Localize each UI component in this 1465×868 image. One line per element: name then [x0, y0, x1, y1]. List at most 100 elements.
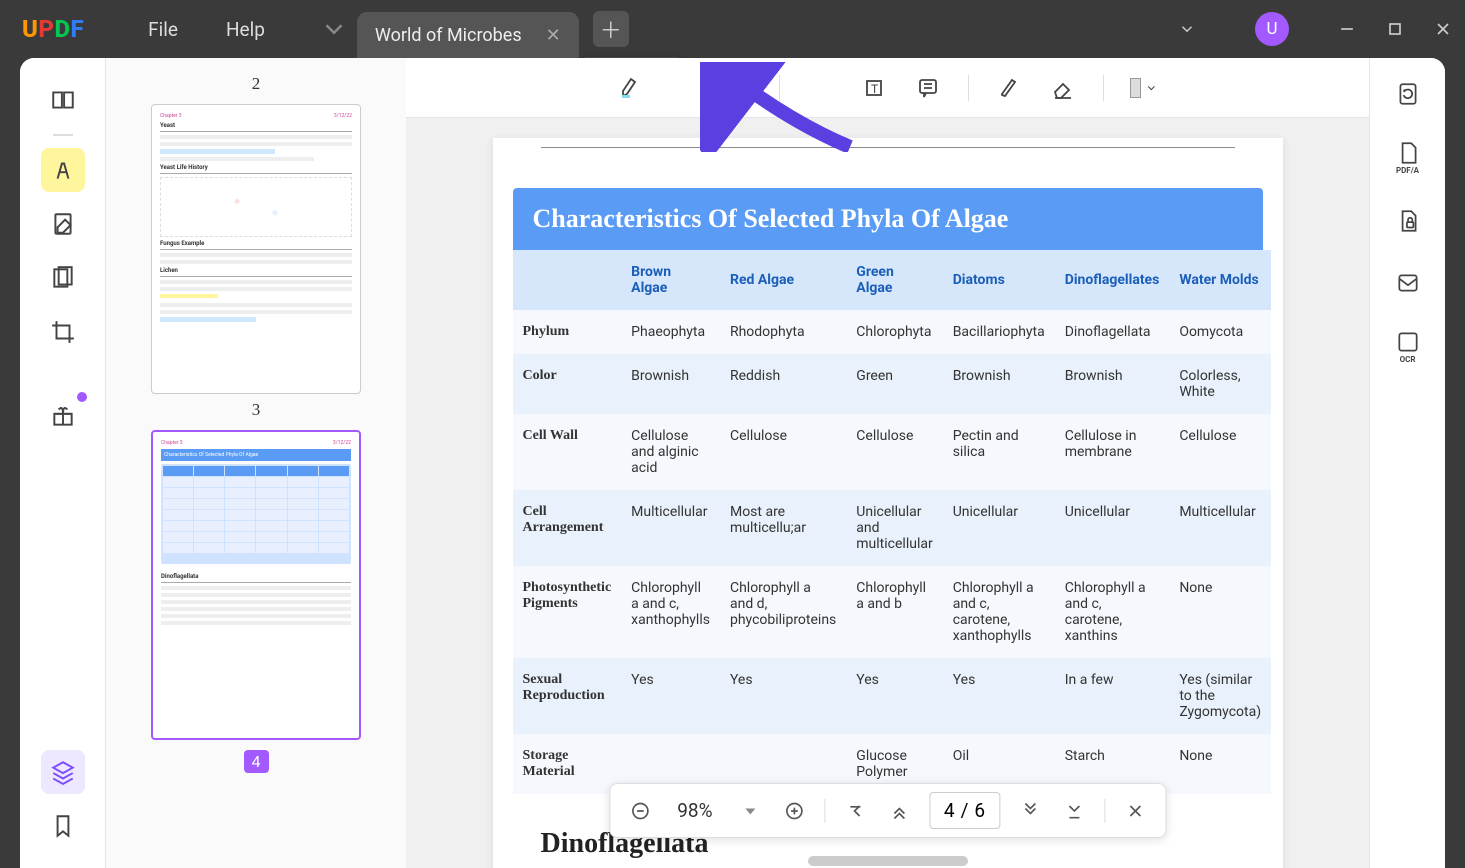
- table-cell: Cellulose: [720, 414, 846, 490]
- sticky-note-tool[interactable]: [914, 74, 942, 102]
- table-cell: Cellulose: [1169, 414, 1271, 490]
- row-label: Phylum: [513, 310, 622, 354]
- row-label: Sexual Reproduction: [513, 658, 622, 734]
- table-cell: Chlorophyta: [846, 310, 942, 354]
- table-cell: Brownish: [943, 354, 1055, 414]
- pdfa-button[interactable]: PDF/A: [1392, 140, 1424, 175]
- shape-tool[interactable]: [1130, 74, 1158, 102]
- workspace: 2 Chapter 33/12/22 Yeast Yeast Life Hist…: [20, 58, 1445, 868]
- table-cell: Yes: [943, 658, 1055, 734]
- right-sidebar: PDF/A OCR: [1369, 58, 1445, 868]
- page-indicator[interactable]: 4 / 6: [929, 792, 1000, 829]
- window-dropdown-icon[interactable]: [1177, 19, 1197, 39]
- row-label: Cell Arrangement: [513, 490, 622, 566]
- algae-table: Brown Algae Red Algae Green Algae Diatom…: [513, 250, 1272, 794]
- page-divider: [541, 138, 1235, 148]
- close-nav-button[interactable]: [1121, 797, 1149, 825]
- table-cell: Oomycota: [1169, 310, 1271, 354]
- rotate-export-button[interactable]: [1392, 78, 1424, 110]
- app-logo: U P D F: [22, 15, 84, 43]
- current-page-badge: 4: [244, 750, 269, 773]
- table-row: PhylumPhaeophytaRhodophytaChlorophytaBac…: [513, 310, 1272, 354]
- table-cell: Phaeophyta: [621, 310, 720, 354]
- document-area: T Characteristics Of Selected Phyla Of A…: [406, 58, 1369, 868]
- color-swatch-icon: [1130, 78, 1141, 98]
- close-tab-icon[interactable]: ✕: [546, 25, 561, 46]
- reader-mode-button[interactable]: [41, 78, 85, 122]
- table-row: Cell WallCellulose and alginic acidCellu…: [513, 414, 1272, 490]
- table-cell: Most are multicellu;ar: [720, 490, 846, 566]
- first-page-button[interactable]: [841, 797, 869, 825]
- table-cell: None: [1169, 734, 1271, 794]
- eraser-tool[interactable]: [1049, 74, 1077, 102]
- table-title: Characteristics Of Selected Phyla Of Alg…: [513, 188, 1263, 250]
- menu-help[interactable]: Help: [226, 18, 265, 41]
- table-cell: Cellulose in membrane: [1055, 414, 1170, 490]
- highlighter-tool[interactable]: [617, 74, 645, 102]
- ocr-button[interactable]: OCR: [1392, 329, 1424, 364]
- thumbnail-page-4[interactable]: Chapter 33/12/22 Characteristics Of Sele…: [151, 430, 361, 740]
- bookmark-button[interactable]: [41, 804, 85, 848]
- last-page-button[interactable]: [1060, 797, 1088, 825]
- annotation-toolbar: T: [406, 58, 1369, 118]
- left-sidebar: [20, 58, 106, 868]
- row-label: Cell Wall: [513, 414, 622, 490]
- document-tab[interactable]: World of Microbes ✕: [357, 12, 579, 58]
- text-callout-tool[interactable]: T: [860, 74, 888, 102]
- table-cell: Reddish: [720, 354, 846, 414]
- zoom-out-button[interactable]: [626, 797, 654, 825]
- table-row: Cell ArrangementMulticellularMost are mu…: [513, 490, 1272, 566]
- thumbnail-page-3[interactable]: Chapter 33/12/22 Yeast Yeast Life Histor…: [151, 104, 361, 394]
- edit-tool-button[interactable]: [41, 202, 85, 246]
- pencil-tool[interactable]: [995, 74, 1023, 102]
- horizontal-scrollbar[interactable]: [808, 856, 968, 866]
- table-cell: Chlorophyll a and c, carotene, xanthins: [1055, 566, 1170, 658]
- table-cell: Cellulose and alginic acid: [621, 414, 720, 490]
- share-button[interactable]: [1392, 267, 1424, 299]
- table-cell: Unicellular and multicellular: [846, 490, 942, 566]
- nav-separator: [1104, 799, 1105, 823]
- table-cell: Brownish: [1055, 354, 1170, 414]
- table-cell: Yes: [621, 658, 720, 734]
- toolbar-separator: [968, 75, 969, 101]
- toolbar-separator: [1103, 75, 1104, 101]
- thumb-page-number: 2: [136, 74, 376, 94]
- table-cell: Brownish: [621, 354, 720, 414]
- next-page-button[interactable]: [1016, 797, 1044, 825]
- prev-page-button[interactable]: [885, 797, 913, 825]
- crop-tool-button[interactable]: [41, 310, 85, 354]
- table-cell: Rhodophyta: [720, 310, 846, 354]
- zoom-dropdown[interactable]: [736, 797, 764, 825]
- nav-separator: [824, 799, 825, 823]
- thumbnail-panel: 2 Chapter 33/12/22 Yeast Yeast Life Hist…: [106, 58, 406, 868]
- tab-list-dropdown[interactable]: [319, 14, 349, 44]
- new-tab-button[interactable]: ＋ New Tab: [593, 11, 629, 47]
- table-cell: Yes: [846, 658, 942, 734]
- table-cell: Multicellular: [621, 490, 720, 566]
- gift-button[interactable]: [41, 394, 85, 438]
- maximize-button[interactable]: [1385, 19, 1405, 39]
- document-page: Characteristics Of Selected Phyla Of Alg…: [493, 138, 1283, 868]
- menu-file[interactable]: File: [148, 18, 178, 41]
- table-cell: Green: [846, 354, 942, 414]
- thumb-page-number: 3: [136, 400, 376, 420]
- table-cell: Bacillariophyta: [943, 310, 1055, 354]
- row-label: Storage Material: [513, 734, 622, 794]
- protect-button[interactable]: [1392, 205, 1424, 237]
- comment-tool-button[interactable]: [41, 148, 85, 192]
- organize-pages-button[interactable]: [41, 256, 85, 300]
- zoom-in-button[interactable]: [780, 797, 808, 825]
- table-cell: Yes (similar to the Zygomycota): [1169, 658, 1271, 734]
- table-cell: Unicellular: [943, 490, 1055, 566]
- thumbnails-panel-button[interactable]: [41, 750, 85, 794]
- minimize-button[interactable]: [1337, 19, 1357, 39]
- table-cell: Pectin and silica: [943, 414, 1055, 490]
- table-cell: Chlorophyll a and c, xanthophylls: [621, 566, 720, 658]
- plus-icon: ＋: [600, 13, 622, 45]
- rail-separator: [53, 134, 73, 136]
- user-avatar[interactable]: U: [1255, 12, 1289, 46]
- table-cell: Yes: [720, 658, 846, 734]
- close-window-button[interactable]: [1433, 19, 1453, 39]
- notification-dot-icon: [77, 392, 87, 402]
- table-cell: Unicellular: [1055, 490, 1170, 566]
